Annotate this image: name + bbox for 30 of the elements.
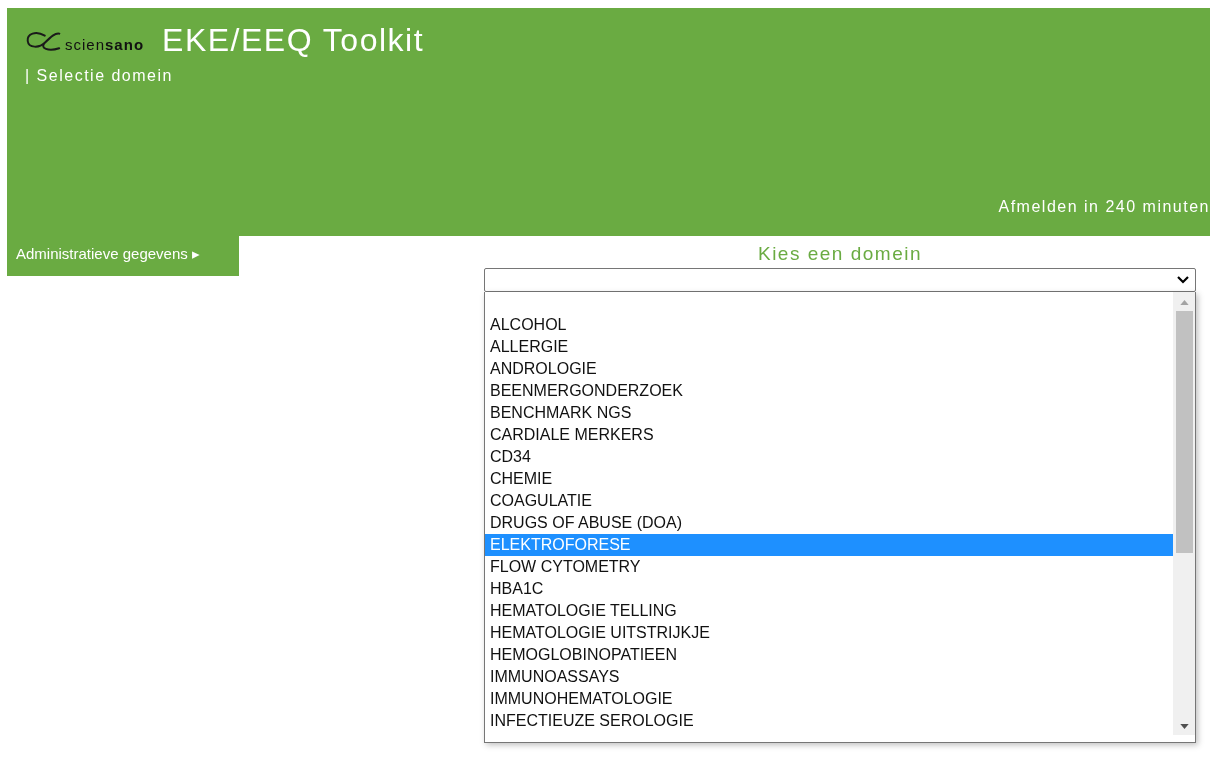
dropdown-option[interactable]: BENCHMARK NGS [485,402,1173,424]
dropdown-option[interactable]: IMMUNOASSAYS [485,666,1173,688]
dropdown-option[interactable]: ANDROLOGIE [485,358,1173,380]
scrollbar[interactable] [1173,292,1195,735]
dropdown-option[interactable]: ALCOHOL [485,314,1173,336]
dropdown-option[interactable]: HEMATOLOGIE UITSTRIJKJE [485,622,1173,644]
dropdown-option[interactable]: DRUGS OF ABUSE (DOA) [485,512,1173,534]
scroll-up-icon[interactable] [1179,300,1189,305]
dropdown-option[interactable]: IMMUNOHEMATOLOGIE [485,688,1173,710]
logo-swirl-icon [25,29,61,52]
scrollbar-thumb[interactable] [1175,311,1193,553]
app-title: EKE/EEQ Toolkit [162,22,425,59]
dropdown-option[interactable]: FLOW CYTOMETRY [485,556,1173,578]
section-heading: Kies een domein [756,243,923,266]
scroll-down-icon[interactable] [1179,724,1189,729]
dropdown-option[interactable]: INFECTIEUZE SEROLOGIE [485,710,1173,732]
chevron-down-icon [1177,276,1189,284]
dropdown-option[interactable]: CHEMIE [485,468,1173,490]
dropdown-option[interactable]: HBA1C [485,578,1173,600]
domain-select[interactable] [484,268,1196,292]
session-timer: Afmelden in 240 minuten [998,198,1210,216]
dropdown-option[interactable]: CD34 [485,446,1173,468]
logo-text: sciensano [65,36,145,53]
dropdown-option[interactable]: HEMOGLOBINOPATIEEN [485,644,1173,666]
dropdown-option[interactable]: BEENMERGONDERZOEK [485,380,1173,402]
dropdown-option[interactable]: ALLERGIE [485,336,1173,358]
dropdown-option[interactable]: CARDIALE MERKERS [485,424,1173,446]
dropdown-option[interactable]: HEMATOLOGIE TELLING [485,600,1173,622]
page-subtitle: | Selectie domein [25,67,174,85]
dropdown-option[interactable]: COAGULATIE [485,490,1173,512]
